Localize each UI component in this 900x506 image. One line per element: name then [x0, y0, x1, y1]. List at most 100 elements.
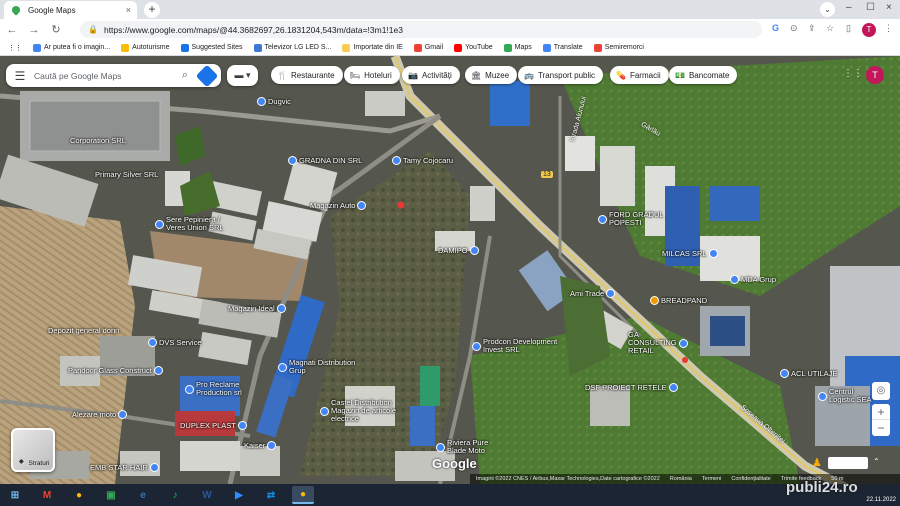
- map-label[interactable]: MDA Grup: [730, 275, 776, 284]
- map-label[interactable]: Pro Reclame Production srl: [185, 381, 260, 397]
- bookmark-item[interactable]: Gmail: [413, 43, 443, 52]
- bookmark-item[interactable]: Semiremorci: [593, 43, 644, 52]
- chip-transport-public[interactable]: 🚌 Transport public: [518, 66, 604, 84]
- chip-hoteluri[interactable]: 🛏 Hoteluri: [344, 66, 400, 84]
- address-bar[interactable]: 🔒 https://www.google.com/maps/@44.368269…: [80, 21, 762, 38]
- taskbar-word-icon[interactable]: W: [196, 486, 218, 504]
- location-icon[interactable]: ⊙: [790, 23, 798, 34]
- place-pin-icon: [598, 214, 607, 224]
- google-logo: Google: [432, 456, 477, 471]
- map-label[interactable]: Kaiser: [244, 441, 277, 450]
- map-label[interactable]: BREADPAND: [650, 296, 707, 305]
- taskbar-teamviewer-icon[interactable]: ⇄: [260, 486, 282, 504]
- map-label[interactable]: DVS Service: [148, 338, 202, 347]
- map-label[interactable]: Corporation SRL: [70, 136, 126, 145]
- google-lens-icon[interactable]: G: [772, 23, 779, 33]
- taskbar-chrome-active-icon[interactable]: ●: [292, 486, 314, 504]
- taskbar-start-icon[interactable]: ⊞: [4, 486, 26, 504]
- map-label[interactable]: MILCAS SRL: [662, 249, 718, 258]
- map-label[interactable]: Ami Trade: [570, 289, 616, 298]
- privacy-link[interactable]: Confidențialitate: [731, 476, 770, 482]
- bookmark-item[interactable]: Suggested Sites: [180, 43, 243, 52]
- taskbar-gmail-icon[interactable]: M: [36, 486, 58, 504]
- new-tab-button[interactable]: +: [144, 2, 160, 18]
- zoom-out-button[interactable]: −: [872, 420, 890, 436]
- bookmark-item[interactable]: Importate din IE: [342, 43, 403, 52]
- forward-arrow-icon[interactable]: →: [26, 24, 42, 36]
- taskbar-spotify-icon[interactable]: ♪: [164, 486, 186, 504]
- tab-close-icon[interactable]: ×: [126, 5, 131, 15]
- tab-google-maps[interactable]: Google Maps ×: [4, 1, 137, 19]
- map-label[interactable]: Magnati Distribution Grup: [278, 359, 358, 375]
- search-icon[interactable]: ⌕: [175, 69, 195, 82]
- chip-activitati[interactable]: 📷 Activități: [402, 66, 460, 84]
- map-label[interactable]: FORD GRADUL POPESTI: [598, 211, 668, 227]
- map-label[interactable]: EMB STAR HAIR: [90, 463, 159, 472]
- bookmark-item[interactable]: Ar putea fi o imagin...: [33, 43, 110, 52]
- map-label[interactable]: Prodcon Development Invest SRL: [472, 338, 572, 354]
- bookmark-favicon-icon: [253, 43, 262, 52]
- close-window-button[interactable]: ×: [886, 2, 892, 13]
- tab-title: Google Maps: [28, 5, 76, 15]
- chip-farmacii[interactable]: 💊 Farmacii: [610, 66, 669, 84]
- taskbar-classroom-icon[interactable]: ▣: [100, 486, 122, 504]
- map-label[interactable]: GA CONSULTING RETAIL: [628, 331, 688, 355]
- search-input[interactable]: Caută pe Google Maps: [34, 71, 121, 81]
- menu-dots-icon[interactable]: ⋮: [884, 23, 893, 34]
- bookmark-item[interactable]: Televizor LG LED S...: [253, 43, 331, 52]
- share-icon[interactable]: ⇪: [808, 23, 816, 34]
- map-label[interactable]: Magazin Auto: [310, 201, 367, 210]
- map-label[interactable]: Alezare moto: [72, 410, 128, 419]
- map-label[interactable]: Tamy Cojocaru: [392, 156, 453, 165]
- map-label[interactable]: Magazin Ideal: [228, 304, 286, 313]
- map-label[interactable]: Primary Silver SRL: [95, 170, 158, 179]
- map-label[interactable]: DUPLEX PLAST: [180, 421, 247, 430]
- back-arrow-icon[interactable]: ←: [4, 24, 20, 36]
- bookmark-item[interactable]: Autoturisme: [121, 43, 170, 52]
- map-label[interactable]: DSF PROIECT RETELE: [585, 383, 678, 392]
- sidepanel-icon[interactable]: ▯: [846, 23, 851, 34]
- country-link[interactable]: România: [670, 476, 692, 482]
- bookmark-item[interactable]: Maps: [503, 43, 532, 52]
- taskbar-edge-icon[interactable]: e: [132, 486, 154, 504]
- minimize-button[interactable]: –: [846, 2, 852, 13]
- bookmark-item[interactable]: Translate: [542, 43, 583, 52]
- expand-icon[interactable]: ⌃: [873, 457, 887, 469]
- taskbar-zoom-icon[interactable]: ▶: [228, 486, 250, 504]
- imagery-thumbnails[interactable]: [828, 457, 868, 469]
- apps-shortcut-icon[interactable]: ⋮⋮: [8, 44, 22, 52]
- map-label[interactable]: Castel Distribution Magazin de articole …: [320, 399, 420, 423]
- map-label[interactable]: Dugvic: [257, 97, 291, 106]
- map-label[interactable]: Riviera Pure Blade Moto: [436, 439, 496, 455]
- map-label[interactable]: Pandoor Glass Construct: [68, 366, 163, 375]
- map-label[interactable]: ACL UTILAJE: [780, 369, 837, 378]
- terms-link[interactable]: Termeni: [702, 476, 722, 482]
- satellite-map[interactable]: Dugvic Corporation SRL Primary Silver SR…: [0, 56, 900, 484]
- profile-avatar[interactable]: T: [862, 23, 876, 37]
- chip-restaurante[interactable]: 🍴 Restaurante: [271, 66, 343, 84]
- layers-toggle[interactable]: ◈ Straturi: [11, 428, 55, 472]
- chip-muzee[interactable]: 🏛 Muzee: [465, 66, 518, 84]
- my-location-icon[interactable]: ◎: [872, 382, 890, 400]
- reload-icon[interactable]: ↻: [48, 23, 64, 36]
- maps-search-box[interactable]: ☰ Caută pe Google Maps ⌕: [6, 64, 221, 87]
- map-label[interactable]: GRADNA DIN SRL: [288, 156, 362, 165]
- maximize-button[interactable]: ☐: [866, 2, 875, 13]
- category-dropdown-button[interactable]: ▬ ▾: [227, 65, 258, 86]
- directions-icon[interactable]: [195, 64, 219, 87]
- zoom-in-button[interactable]: +: [872, 404, 890, 420]
- map-label[interactable]: DAMIPO: [438, 246, 479, 255]
- bookmark-star-icon[interactable]: ☆: [826, 23, 834, 34]
- taskbar-clock[interactable]: 22.11.2022: [866, 495, 896, 505]
- map-label[interactable]: Sere Pepiniera / Veres Union SRL: [155, 216, 227, 232]
- map-label[interactable]: Depozit general dorin: [48, 326, 119, 335]
- chip-bancomate[interactable]: 💵 Bancomate: [669, 66, 738, 84]
- taskbar-chrome-icon[interactable]: ●: [68, 486, 90, 504]
- bookmark-favicon-icon: [413, 43, 422, 52]
- map-label[interactable]: Centrul Logistic SEA: [818, 388, 878, 404]
- pegman-icon[interactable]: ♟: [812, 456, 824, 470]
- hamburger-menu-icon[interactable]: ☰: [6, 69, 34, 83]
- tab-search-button[interactable]: ⌄: [820, 2, 835, 17]
- bookmark-item[interactable]: YouTube: [454, 43, 493, 52]
- account-avatar[interactable]: T: [866, 66, 884, 84]
